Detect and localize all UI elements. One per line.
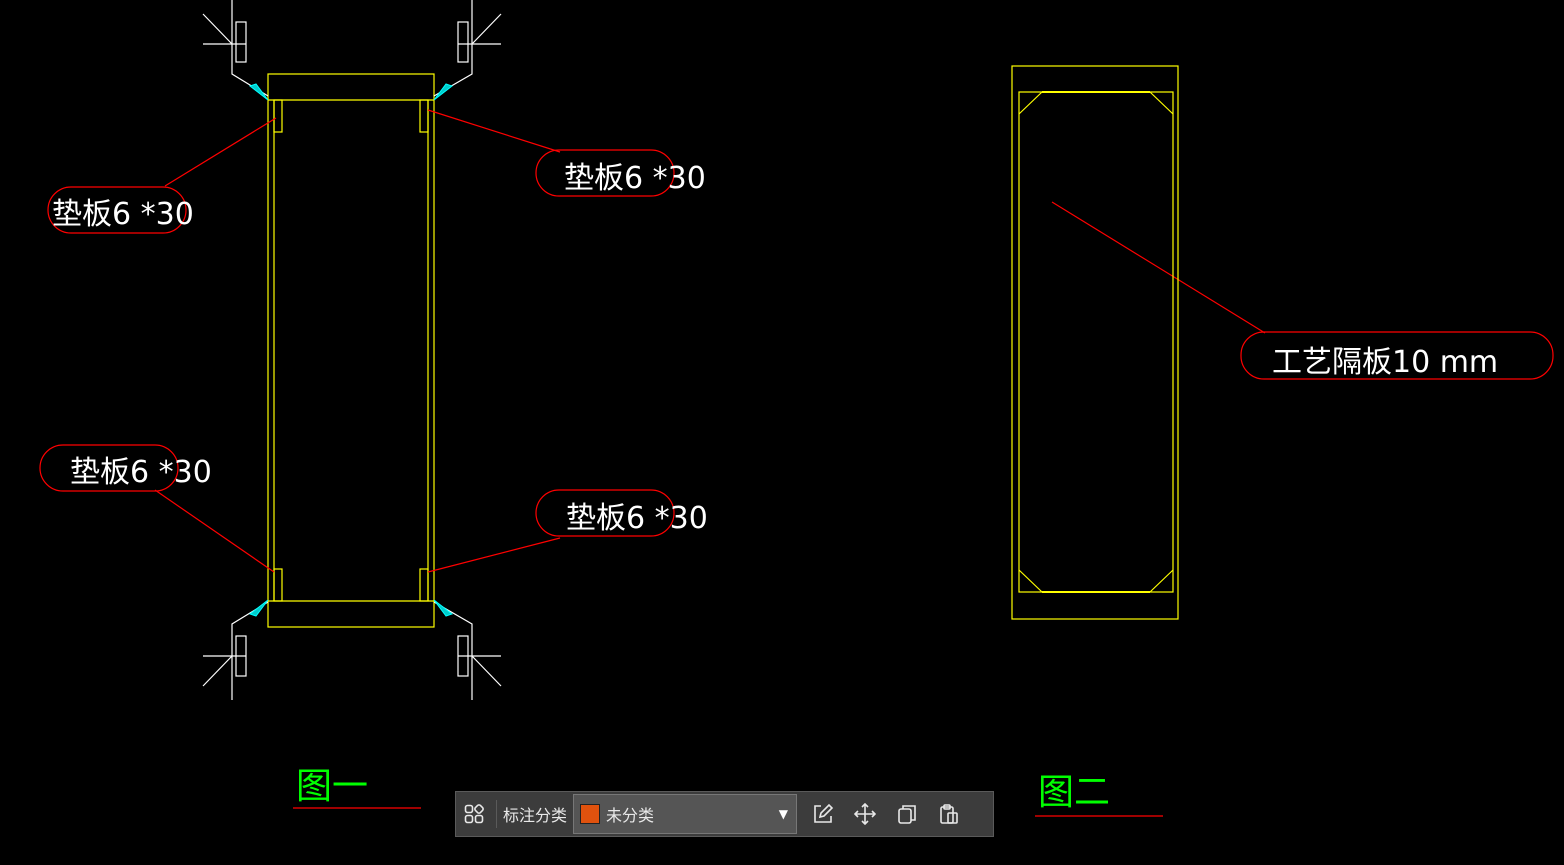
annotation-pad-top-right[interactable]: 垫板6 *30 (564, 161, 706, 196)
figure-label-two[interactable]: 图二 (1038, 772, 1110, 813)
edit-icon[interactable] (805, 796, 841, 832)
copy-icon[interactable] (889, 796, 925, 832)
annotation-toolbar: 标注分类 未分类 ▼ (455, 791, 994, 837)
chamfer-top-right (1149, 91, 1174, 115)
category-value: 未分类 (606, 806, 655, 825)
pad-top-left (273, 99, 283, 133)
leader-process-plate (1051, 201, 1266, 334)
leader-bottom-left (154, 489, 275, 573)
pad-top-right (419, 99, 429, 133)
section-outer-outline (267, 73, 435, 628)
annotation-pad-bottom-left[interactable]: 垫板6 *30 (70, 455, 212, 490)
plate-inner-outline (1018, 91, 1174, 593)
annotation-process-plate[interactable]: 工艺隔板10 mm (1272, 345, 1498, 380)
figure-two-plate (1011, 65, 1179, 620)
plate-outer-outline (1011, 65, 1179, 620)
weld-arrows (248, 83, 454, 617)
category-dropdown[interactable]: 未分类 ▼ (573, 794, 798, 834)
pad-bottom-right (419, 568, 429, 602)
weld-symbol-top-left (202, 0, 269, 97)
annotation-pad-top-left[interactable]: 垫板6 *30 (52, 197, 194, 232)
weld-symbols (202, 0, 502, 700)
grid-icon[interactable] (456, 796, 492, 832)
category-color-swatch (580, 804, 601, 824)
weld-symbol-bottom-left (202, 601, 269, 700)
arrow-top-left (248, 83, 269, 101)
chamfer-top-left (1018, 91, 1043, 115)
arrow-bottom-right (433, 599, 454, 617)
leaders (39, 109, 1554, 573)
weld-symbol-top-right (433, 0, 502, 97)
annotation-pad-bottom-right[interactable]: 垫板6 *30 (566, 501, 708, 536)
leader-bottom-right (427, 537, 561, 573)
figure-label-one[interactable]: 图一 (296, 766, 368, 807)
cad-canvas[interactable]: 垫板6 *30 垫板6 *30 垫板6 *30 垫板6 *30 工艺隔板10 m… (0, 0, 1564, 865)
paste-icon[interactable] (931, 796, 967, 832)
figure-one-section (267, 73, 435, 628)
weld-symbol-bottom-right (433, 601, 502, 700)
leader-top-right (427, 109, 561, 153)
leader-top-left (164, 117, 277, 187)
toolbar-separator (496, 800, 497, 828)
pad-bottom-left (273, 568, 283, 602)
chamfer-bottom-left (1018, 569, 1043, 593)
chamfer-bottom-right (1149, 569, 1174, 593)
arrow-top-right (433, 83, 454, 101)
chevron-down-icon: ▼ (778, 807, 789, 821)
category-label: 标注分类 (503, 806, 568, 825)
arrow-bottom-left (248, 599, 269, 617)
move-icon[interactable] (847, 796, 883, 832)
